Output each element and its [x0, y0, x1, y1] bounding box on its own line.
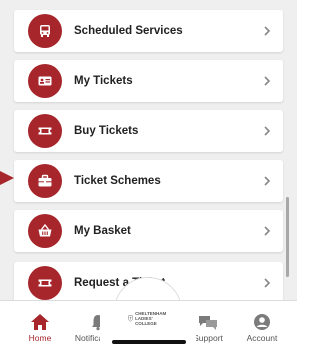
- account-icon: [254, 314, 270, 330]
- scrollbar[interactable]: [286, 197, 289, 277]
- menu-item-my-basket[interactable]: My Basket: [14, 210, 283, 252]
- menu-item-my-tickets[interactable]: My Tickets: [14, 60, 283, 102]
- menu-item-label: Buy Tickets: [74, 125, 139, 137]
- bus-icon: [28, 14, 62, 48]
- briefcase-icon: [28, 164, 62, 198]
- menu-item-label: Ticket Schemes: [74, 175, 161, 187]
- college-logo: CHELTENHAM LADIES' COLLEGE: [128, 306, 172, 330]
- tab-label: Support: [193, 333, 223, 343]
- ticket-icon: [28, 114, 62, 148]
- chevron-right-icon: [263, 110, 271, 152]
- pointer-arrow-icon: [0, 168, 16, 188]
- id-card-icon: [28, 64, 62, 98]
- menu-item-label: My Tickets: [74, 75, 133, 87]
- chevron-right-icon: [263, 160, 271, 202]
- crest-icon: [128, 314, 133, 322]
- menu-item-label: My Basket: [74, 225, 131, 237]
- tab-home[interactable]: Home: [10, 301, 70, 345]
- basket-icon: [28, 214, 62, 248]
- menu-item-scheduled-services[interactable]: Scheduled Services: [14, 10, 283, 52]
- tab-label: Home: [28, 333, 52, 343]
- menu-item-ticket-schemes[interactable]: Ticket Schemes: [14, 160, 283, 202]
- tab-label: Account: [246, 333, 278, 343]
- home-indicator: [112, 340, 186, 344]
- home-icon: [31, 314, 49, 330]
- tab-account[interactable]: Account: [232, 301, 292, 345]
- chevron-right-icon: [263, 210, 271, 252]
- chevron-right-icon: [263, 60, 271, 102]
- app-screen: Scheduled Services My Tickets Buy Ticket…: [0, 0, 297, 345]
- menu-item-label: Scheduled Services: [74, 25, 183, 37]
- ticket-icon: [28, 266, 62, 300]
- chevron-right-icon: [263, 262, 271, 304]
- college-name: CHELTENHAM LADIES' COLLEGE: [135, 310, 167, 326]
- chat-bubbles-icon: [199, 316, 217, 330]
- menu-item-buy-tickets[interactable]: Buy Tickets: [14, 110, 283, 152]
- chevron-right-icon: [263, 10, 271, 52]
